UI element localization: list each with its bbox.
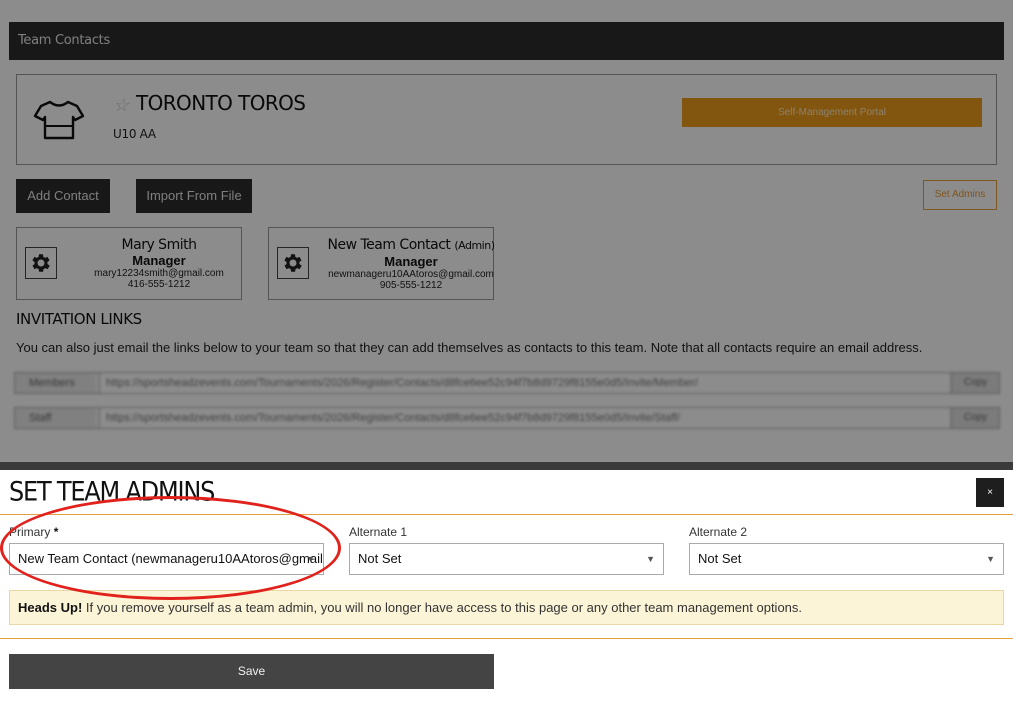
modal-backdrop[interactable] [0,0,1013,464]
modal-title: SET TEAM ADMINS [9,476,215,508]
alternate-2-value: Not Set [698,551,742,566]
alternate-2-label: Alternate 2 [689,525,748,539]
heads-up-notice: Heads Up! If you remove yourself as a te… [9,590,1004,625]
alternate-2-select[interactable]: Not Set ▼ [689,543,1004,575]
save-button[interactable]: Save [9,654,494,689]
alternate-1-label: Alternate 1 [349,525,408,539]
footer-divider [0,638,1013,639]
alternate-1-select[interactable]: Not Set ▼ [349,543,664,575]
chevron-down-icon: ▼ [306,554,315,564]
chevron-down-icon: ▼ [646,554,655,564]
required-marker: * [53,525,59,539]
modal-top-edge [0,462,1013,470]
primary-admin-value: New Team Contact (newmanageru10AAtoros@g… [18,551,324,566]
chevron-down-icon: ▼ [986,554,995,564]
alternate-1-value: Not Set [358,551,402,566]
notice-heading: Heads Up! [18,600,83,615]
notice-text: If you remove yourself as a team admin, … [82,600,803,615]
set-team-admins-modal: SET TEAM ADMINS × Primary * New Team Con… [0,470,1013,707]
header-divider [0,514,1013,515]
background-page: Team Contacts ☆ TORONTO TOROS U10 AA Sel… [0,0,1013,464]
close-button[interactable]: × [976,478,1004,507]
primary-label: Primary * [9,525,59,539]
primary-admin-select[interactable]: New Team Contact (newmanageru10AAtoros@g… [9,543,324,575]
